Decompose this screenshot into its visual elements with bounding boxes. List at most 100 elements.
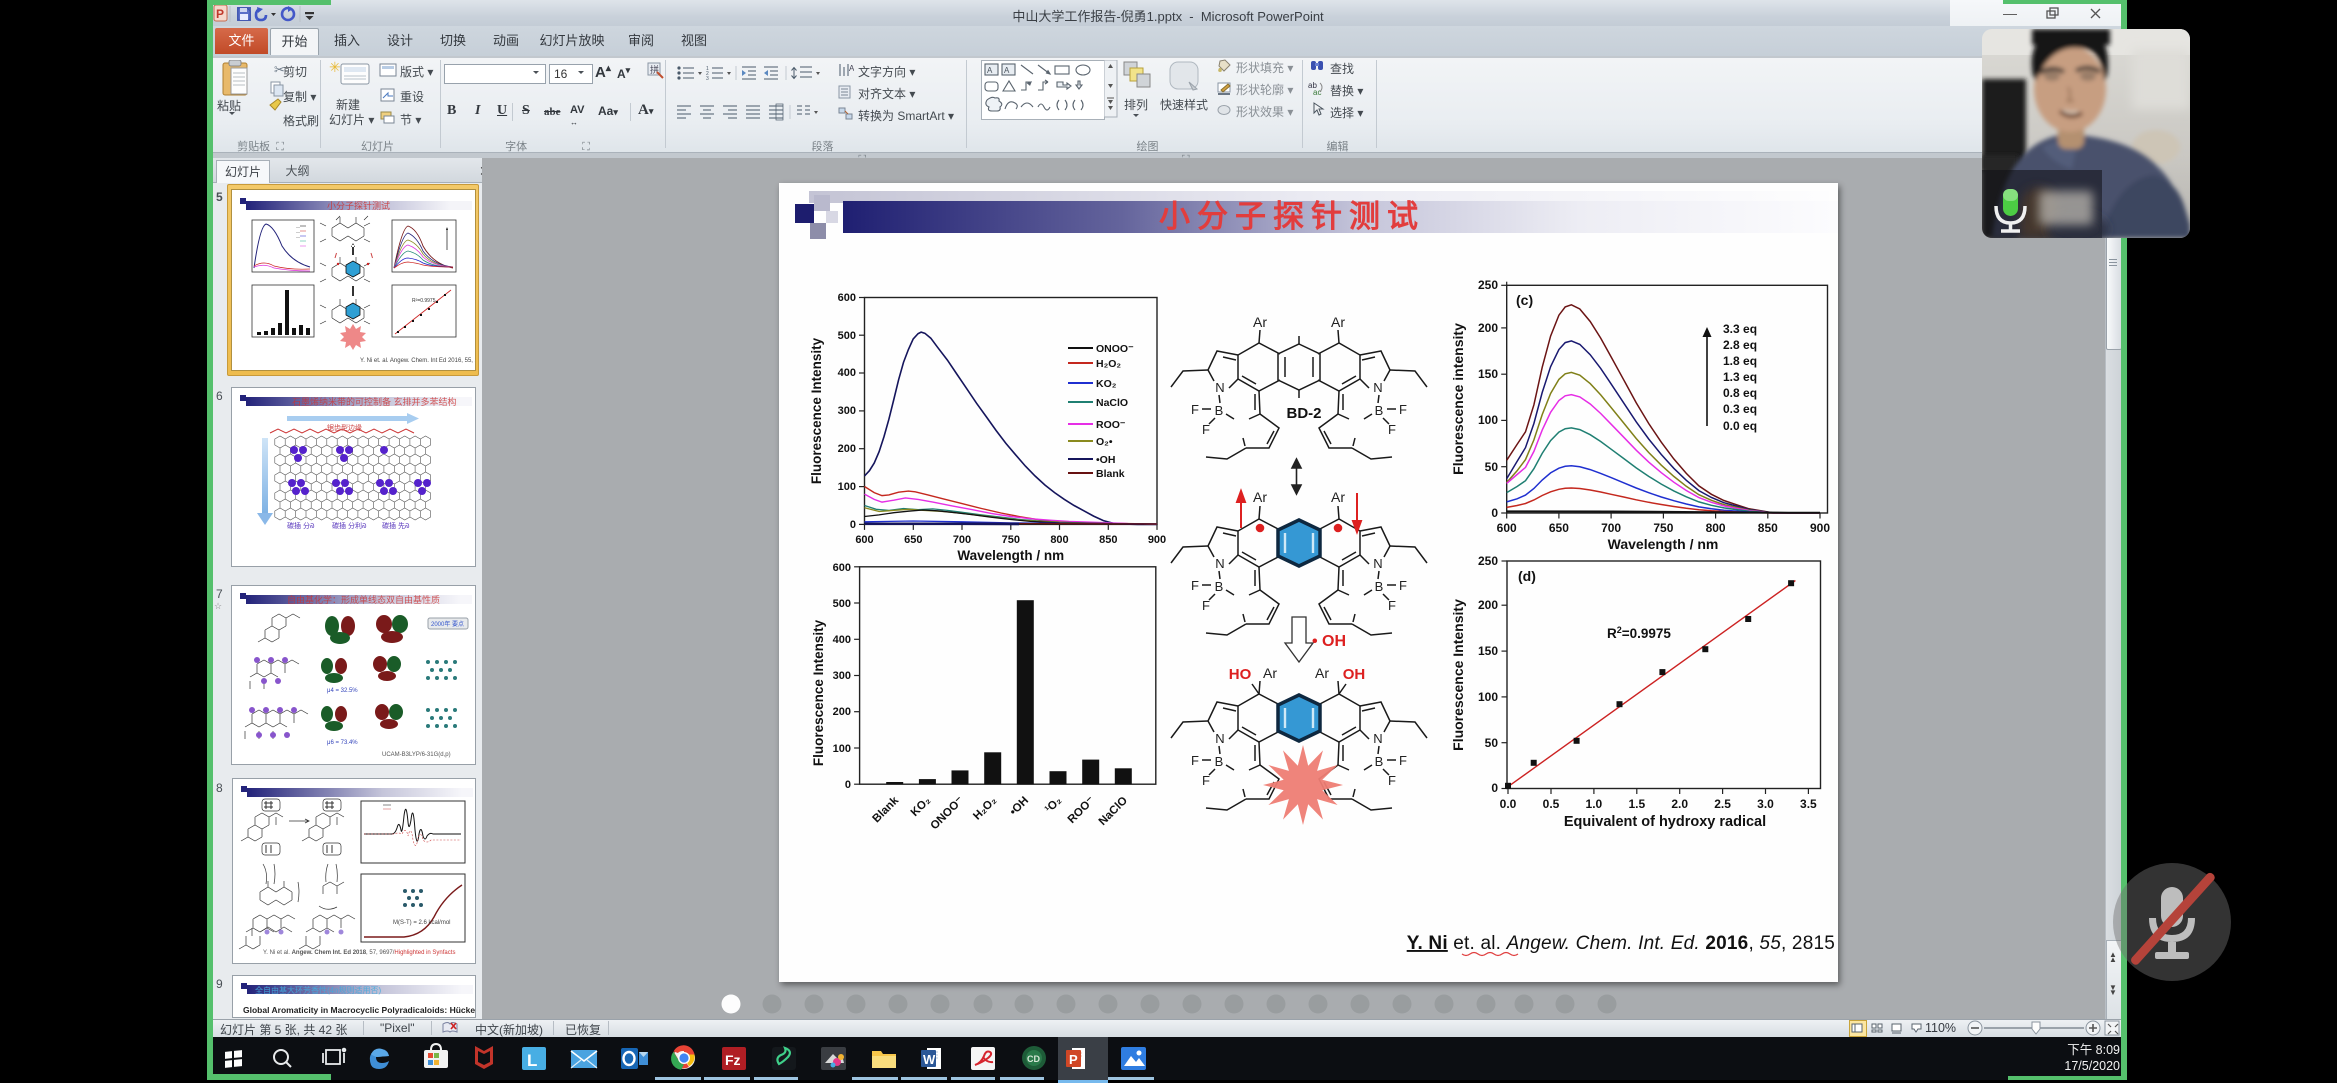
svg-text:Blank: Blank (1096, 468, 1125, 480)
svg-text:• OH: • OH (1312, 633, 1346, 650)
svg-text:•OH: •OH (1096, 454, 1115, 466)
svg-text:850: 850 (1758, 521, 1778, 535)
svg-text:500: 500 (833, 598, 851, 610)
svg-text:0: 0 (1491, 506, 1498, 520)
svg-text:R²=0.9975: R²=0.9975 (412, 298, 436, 304)
svg-text:Ar: Ar (1331, 314, 1345, 330)
svg-text:600: 600 (833, 562, 851, 574)
svg-text:Fz: Fz (725, 1052, 741, 1068)
svg-text:0.3 eq: 0.3 eq (1723, 402, 1757, 416)
svg-text:100: 100 (1478, 690, 1498, 704)
svg-text:OH: OH (1343, 666, 1366, 683)
svg-text:NaClO: NaClO (1097, 795, 1130, 828)
svg-text:400: 400 (833, 634, 851, 646)
svg-text:2000年 要点: 2000年 要点 (431, 620, 464, 628)
svg-text:Wavelength / nm: Wavelength / nm (1608, 536, 1719, 552)
svg-text:¹O₂: ¹O₂ (1043, 795, 1064, 816)
svg-text:•OH: •OH (1008, 795, 1032, 819)
svg-text:ONOO⁻: ONOO⁻ (928, 795, 966, 833)
svg-text:3.5: 3.5 (1800, 797, 1817, 811)
svg-text:ONOO⁻: ONOO⁻ (1096, 343, 1134, 355)
svg-text:200: 200 (833, 706, 851, 718)
svg-text:750: 750 (1653, 521, 1673, 535)
svg-text:250: 250 (1478, 554, 1498, 568)
svg-text:50: 50 (1485, 460, 1499, 474)
svg-text:700: 700 (1601, 521, 1621, 535)
svg-text:A: A (849, 64, 854, 73)
svg-text:650: 650 (904, 534, 922, 546)
svg-text:R2=0.9975: R2=0.9975 (1607, 625, 1671, 641)
svg-text:400: 400 (838, 367, 856, 379)
svg-text:A: A (987, 66, 993, 75)
svg-text:Equivalent of hydroxy radical: Equivalent of hydroxy radical (1564, 814, 1766, 830)
svg-text:Ar: Ar (1263, 665, 1277, 681)
svg-text:O₂•: O₂• (1096, 436, 1113, 448)
svg-text:150: 150 (1478, 367, 1498, 381)
svg-text:600: 600 (855, 534, 873, 546)
svg-text:自由基化学：形成单线态双自由基性质: 自由基化学：形成单线态双自由基性质 (287, 594, 440, 605)
svg-text:UCAM-B3LYP/6-31G(d,p): UCAM-B3LYP/6-31G(d,p) (382, 752, 451, 758)
svg-text:P: P (216, 7, 224, 21)
svg-text:900: 900 (1810, 521, 1830, 535)
svg-text:A: A (1004, 66, 1010, 75)
svg-text:1.3 eq: 1.3 eq (1723, 370, 1757, 384)
svg-text:Fluorescence intensity: Fluorescence intensity (1450, 323, 1466, 475)
svg-text:1.5: 1.5 (1628, 797, 1645, 811)
svg-text:Ar: Ar (1253, 489, 1267, 505)
svg-text:小分子探针测试: 小分子探针测试 (327, 200, 390, 211)
svg-text:200: 200 (1478, 598, 1498, 612)
svg-text:200: 200 (1478, 321, 1498, 335)
svg-text:Ar: Ar (1315, 665, 1329, 681)
svg-text:HO: HO (1229, 666, 1252, 683)
svg-text:100: 100 (833, 743, 851, 755)
svg-text:3.0: 3.0 (1757, 797, 1774, 811)
svg-text:全自由基大环芳香性(4n规则适用否): 全自由基大环芳香性(4n规则适用否) (255, 985, 382, 995)
svg-text:2.5: 2.5 (1714, 797, 1731, 811)
svg-text:石墨烯纳米带的可控制备 玄排并多苯结构: 石墨烯纳米带的可控制备 玄排并多苯结构 (292, 396, 457, 407)
svg-text:800: 800 (1706, 521, 1726, 535)
svg-text:锯齿型边缘: 锯齿型边缘 (327, 423, 362, 432)
svg-text:CD: CD (1027, 1054, 1040, 1064)
svg-text:500: 500 (838, 330, 856, 342)
svg-text:M(S-T) = 2.6 kcal/mol: M(S-T) = 2.6 kcal/mol (393, 920, 451, 926)
svg-text:Fluorescence Intensity: Fluorescence Intensity (1450, 599, 1466, 751)
svg-text:Wavelength / nm: Wavelength / nm (957, 548, 1064, 563)
svg-text:800: 800 (1050, 534, 1068, 546)
svg-text:900: 900 (1148, 534, 1166, 546)
svg-text:3: 3 (706, 76, 709, 82)
svg-text:2.8 eq: 2.8 eq (1723, 338, 1757, 352)
svg-text:Y. Ni et al. Angew. Chem Int.: Y. Ni et al. Angew. Chem Int. Ed 2018, 5… (263, 950, 455, 956)
svg-text:W: W (923, 1052, 936, 1067)
svg-text:H₂O₂: H₂O₂ (971, 795, 999, 823)
svg-text:150: 150 (1478, 644, 1498, 658)
svg-text:KO₂: KO₂ (909, 795, 933, 819)
svg-text:1.8 eq: 1.8 eq (1723, 354, 1757, 368)
svg-text:Fluorescence Intensity: Fluorescence Intensity (809, 337, 824, 484)
svg-text:750: 750 (1002, 534, 1020, 546)
svg-text:250: 250 (1478, 278, 1498, 292)
svg-text:0: 0 (845, 779, 851, 791)
svg-text:KO₂: KO₂ (1096, 378, 1117, 390)
svg-text:—: — (2003, 5, 2017, 21)
svg-text:✳: ✳ (329, 60, 341, 75)
svg-text:Ar: Ar (1253, 314, 1267, 330)
svg-text:ROO⁻: ROO⁻ (1096, 419, 1126, 431)
svg-text:700: 700 (953, 534, 971, 546)
svg-text:200: 200 (838, 443, 856, 455)
svg-text:P: P (1069, 1052, 1078, 1067)
svg-text:Y. Ni et. al. Angew. Chem. Int: Y. Ni et. al. Angew. Chem. Int Ed 2016, … (360, 358, 476, 364)
svg-text:1.0: 1.0 (1586, 797, 1603, 811)
svg-text:碳插 先᠗: 碳插 先᠗ (382, 521, 410, 530)
svg-text:100: 100 (1478, 413, 1498, 427)
svg-text:0: 0 (850, 519, 856, 531)
svg-text:850: 850 (1099, 534, 1117, 546)
svg-text:3.3 eq: 3.3 eq (1723, 322, 1757, 336)
svg-text:100: 100 (838, 481, 856, 493)
svg-text:碳插 分利᠗: 碳插 分利᠗ (332, 521, 367, 530)
svg-text:(d): (d) (1518, 568, 1536, 584)
svg-text:(c): (c) (1516, 292, 1533, 308)
svg-text:Y. Ni et. al. Angew. Chem. Int: Y. Ni et. al. Angew. Chem. Int. Ed. 2016… (1407, 933, 1835, 954)
svg-text:ROO⁻: ROO⁻ (1066, 795, 1097, 826)
svg-text:0.8 eq: 0.8 eq (1723, 386, 1757, 400)
svg-text:Blank: Blank (870, 794, 901, 825)
